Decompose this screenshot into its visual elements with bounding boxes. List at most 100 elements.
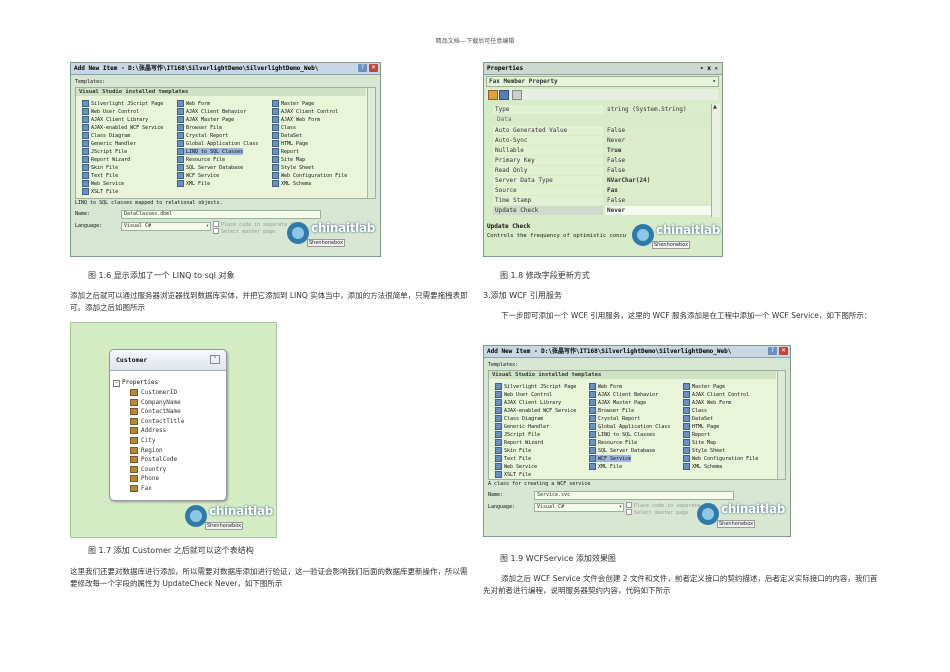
template-item[interactable]: AJAX Client Control: [272, 108, 338, 115]
entity-property[interactable]: Address: [130, 426, 166, 435]
template-item[interactable]: Browser File: [177, 124, 222, 131]
template-item[interactable]: DataSet: [683, 415, 713, 422]
template-item[interactable]: Master Page: [683, 383, 725, 390]
template-item[interactable]: XSLT File: [82, 188, 118, 195]
template-item[interactable]: HTML Page: [683, 423, 719, 430]
template-item[interactable]: Report Wizard: [495, 439, 543, 446]
template-item[interactable]: HTML Page: [272, 140, 308, 147]
window-buttons[interactable]: ▾ ⅹ ✕: [700, 63, 718, 74]
template-item[interactable]: XML File: [589, 463, 622, 470]
name-input[interactable]: DataClasses.dbml: [121, 210, 321, 219]
categorized-icon[interactable]: [488, 90, 498, 100]
close-button[interactable]: ✕: [779, 347, 788, 355]
template-item[interactable]: XML File: [177, 180, 210, 187]
template-item[interactable]: Resource File: [177, 156, 225, 163]
template-item[interactable]: AJAX Web Form: [683, 399, 731, 406]
templates-list[interactable]: Visual Studio installed templates Silverl…: [488, 370, 786, 480]
template-item[interactable]: Web Form: [589, 383, 622, 390]
entity-property[interactable]: Fax: [130, 484, 152, 493]
property-row[interactable]: Auto-Sync Never: [487, 136, 719, 146]
property-value[interactable]: string (System.String): [605, 105, 715, 114]
template-item[interactable]: XML Schema: [272, 180, 311, 187]
template-item[interactable]: AJAX Web Form: [272, 116, 320, 123]
property-section-data[interactable]: Data: [488, 116, 511, 123]
property-row[interactable]: Nullable True: [487, 146, 719, 156]
templates-list[interactable]: Visual Studio installed templates Silverl…: [75, 87, 376, 199]
help-button[interactable]: ?: [768, 347, 777, 355]
template-item[interactable]: AJAX Client Behavior: [177, 108, 246, 115]
template-item[interactable]: Browser File: [589, 407, 634, 414]
template-item[interactable]: Global Application Class: [177, 140, 258, 147]
option-master-page[interactable]: Select master page: [213, 228, 275, 235]
entity-property[interactable]: CompanyName: [130, 398, 181, 407]
template-item[interactable]: AJAX-enabled WCF Service: [82, 124, 163, 131]
property-row[interactable]: Auto Generated Value False: [487, 126, 719, 136]
template-item[interactable]: Silverlight JScript Page: [495, 383, 576, 390]
template-item[interactable]: AJAX Client Behavior: [589, 391, 658, 398]
template-item[interactable]: Generic Handler: [495, 423, 549, 430]
property-row[interactable]: Type string (System.String): [487, 105, 719, 115]
scroll-up-icon[interactable]: ▲: [713, 104, 717, 110]
name-input[interactable]: Service.svc: [534, 491, 734, 500]
template-item[interactable]: Generic Handler: [82, 140, 136, 147]
help-button[interactable]: ?: [358, 64, 367, 72]
property-value[interactable]: False: [605, 126, 715, 135]
template-item[interactable]: WCF Service: [589, 455, 632, 462]
template-item[interactable]: Style Sheet: [272, 164, 314, 171]
template-item[interactable]: Class Diagram: [82, 132, 130, 139]
property-pages-icon[interactable]: [512, 90, 522, 100]
template-item[interactable]: Site Map: [683, 439, 716, 446]
language-select[interactable]: Visual C# ▾: [534, 503, 624, 512]
property-value[interactable]: False: [605, 196, 715, 205]
template-item[interactable]: DataSet: [272, 132, 302, 139]
property-value[interactable]: False: [605, 166, 715, 175]
entity-property[interactable]: ContactName: [130, 407, 181, 416]
template-item[interactable]: Report: [272, 148, 299, 155]
language-select[interactable]: Visual C# ▾: [121, 222, 211, 231]
templates-scrollbar[interactable]: [367, 88, 375, 198]
template-item[interactable]: Text File: [82, 172, 118, 179]
template-item[interactable]: AJAX Master Page: [589, 399, 646, 406]
sort-az-icon[interactable]: [499, 90, 509, 100]
template-item[interactable]: Class: [683, 407, 707, 414]
entity-property[interactable]: ContactTitle: [130, 417, 184, 426]
template-item[interactable]: Skin File: [495, 447, 531, 454]
template-item[interactable]: Class Diagram: [495, 415, 543, 422]
template-item[interactable]: Global Application Class: [589, 423, 670, 430]
template-item[interactable]: Crystal Report: [589, 415, 640, 422]
entity-property[interactable]: Country: [130, 465, 166, 474]
template-item[interactable]: Report: [683, 431, 710, 438]
template-item[interactable]: Site Map: [272, 156, 305, 163]
entity-property[interactable]: CustomerID: [130, 388, 177, 397]
template-item[interactable]: JScript File: [495, 431, 540, 438]
template-item[interactable]: LINQ to SQL Classes: [177, 148, 244, 155]
entity-property[interactable]: City: [130, 436, 155, 445]
template-item[interactable]: XSLT File: [495, 471, 531, 478]
template-item[interactable]: Web Service: [495, 463, 537, 470]
entity-property[interactable]: PostalCode: [130, 455, 177, 464]
template-item[interactable]: Web User Control: [495, 391, 552, 398]
entity-property[interactable]: Region: [130, 446, 163, 455]
property-value[interactable]: False: [605, 156, 715, 165]
template-item[interactable]: AJAX Client Library: [82, 116, 148, 123]
property-row[interactable]: Update Check Never: [487, 206, 719, 216]
template-item[interactable]: XML Schema: [683, 463, 722, 470]
template-item[interactable]: Skin File: [82, 164, 118, 171]
property-row[interactable]: Source Fax: [487, 186, 719, 196]
template-item[interactable]: JScript File: [82, 148, 127, 155]
template-item[interactable]: Crystal Report: [177, 132, 228, 139]
property-value[interactable]: Never: [605, 206, 715, 215]
property-row[interactable]: Primary Key False: [487, 156, 719, 166]
template-item[interactable]: Web Form: [177, 100, 210, 107]
object-selector[interactable]: Fax Member Property ▾: [486, 76, 719, 87]
template-item[interactable]: SQL Server Database: [589, 447, 655, 454]
template-item[interactable]: AJAX-enabled WCF Service: [495, 407, 576, 414]
entity-property[interactable]: Phone: [130, 474, 159, 483]
template-item[interactable]: WCF Service: [177, 172, 219, 179]
template-item[interactable]: Class: [272, 124, 296, 131]
property-value[interactable]: Fax: [605, 186, 715, 195]
property-value[interactable]: NVarChar(24): [605, 176, 715, 185]
template-item[interactable]: Report Wizard: [82, 156, 130, 163]
template-item[interactable]: Web Configuration File: [272, 172, 347, 179]
option-master-page[interactable]: Select master page: [626, 509, 688, 516]
